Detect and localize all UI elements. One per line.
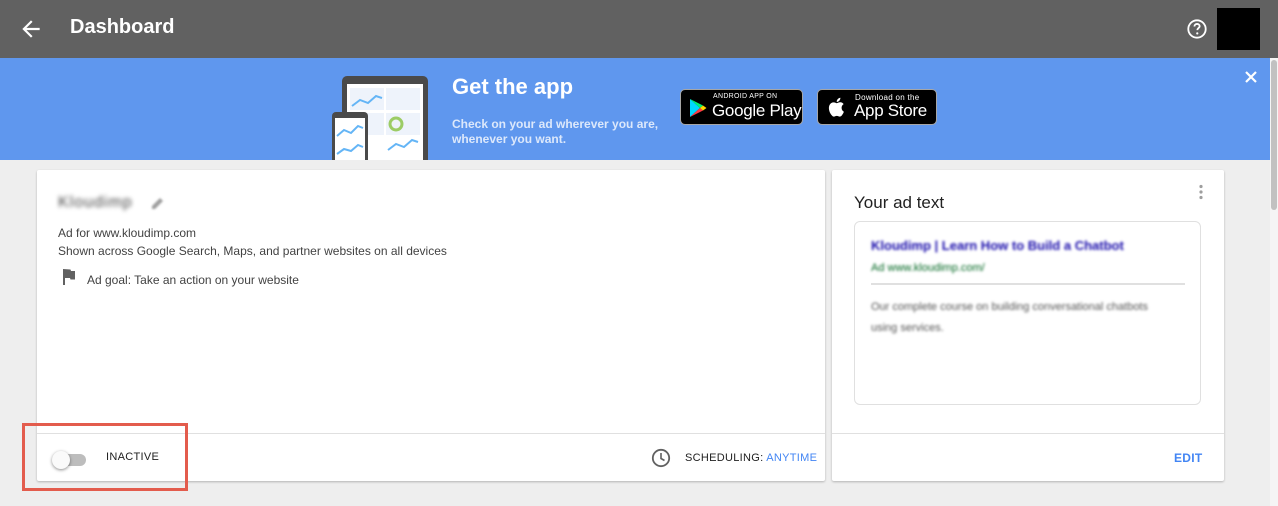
clock-icon (651, 448, 671, 468)
banner-title: Get the app (452, 74, 574, 99)
scrollbar[interactable] (1270, 58, 1278, 506)
shown-across-text: Shown across Google Search, Maps, and pa… (58, 244, 447, 258)
app-store-big-text: App Store (854, 101, 927, 120)
ad-for-text: Ad for www.kloudimp.com (58, 226, 197, 240)
avatar[interactable] (1217, 8, 1260, 50)
google-play-big-text: Google Play (712, 101, 802, 120)
top-bar: Dashboard (0, 0, 1278, 58)
flag-icon (63, 269, 75, 285)
ad-preview: Kloudimp | Learn How to Build a Chatbot … (854, 221, 1201, 405)
google-play-icon (690, 99, 707, 117)
banner-subtitle-line1: Check on your ad wherever you are, (452, 117, 659, 131)
ad-preview-separator (871, 283, 1185, 285)
edit-pencil-icon[interactable] (150, 195, 166, 211)
devices-illustration (332, 76, 428, 160)
help-circle-icon[interactable] (1186, 18, 1208, 40)
app-store-badge[interactable]: Download on the App Store (817, 89, 937, 125)
card-divider (832, 433, 1224, 434)
ad-goal-text: Ad goal: Take an action on your website (87, 273, 299, 287)
highlight-box (22, 423, 188, 491)
apple-icon (828, 97, 844, 117)
scheduling-info: SCHEDULING: ANYTIME (685, 452, 817, 464)
scheduling-value-link[interactable]: ANYTIME (766, 452, 817, 464)
banner-subtitle: Check on your ad wherever you are, whene… (452, 117, 672, 147)
banner-subtitle-line2: whenever you want. (452, 132, 567, 146)
arrow-back-icon[interactable] (18, 16, 44, 42)
close-icon[interactable] (1242, 68, 1260, 86)
ad-name: Kloudimp (58, 194, 133, 211)
edit-button[interactable]: EDIT (1174, 451, 1203, 465)
ad-preview-headline: Kloudimp | Learn How to Build a Chatbot (871, 238, 1124, 253)
ad-preview-url: Ad www.kloudimp.com/ (871, 262, 985, 274)
google-play-small-text: ANDROID APP ON (713, 93, 778, 100)
ad-text-title: Your ad text (854, 193, 945, 212)
more-vert-icon[interactable] (1198, 184, 1204, 200)
get-app-banner: Get the app Check on your ad wherever yo… (0, 58, 1270, 160)
page-title: Dashboard (70, 16, 175, 38)
ad-text-card: Your ad text Kloudimp | Learn How to Bui… (832, 170, 1224, 481)
scrollbar-thumb[interactable] (1271, 60, 1277, 210)
google-play-badge[interactable]: ANDROID APP ON Google Play (680, 89, 803, 125)
ad-preview-description: Our complete course on building conversa… (871, 301, 1148, 334)
scheduling-label: SCHEDULING: (685, 452, 767, 464)
